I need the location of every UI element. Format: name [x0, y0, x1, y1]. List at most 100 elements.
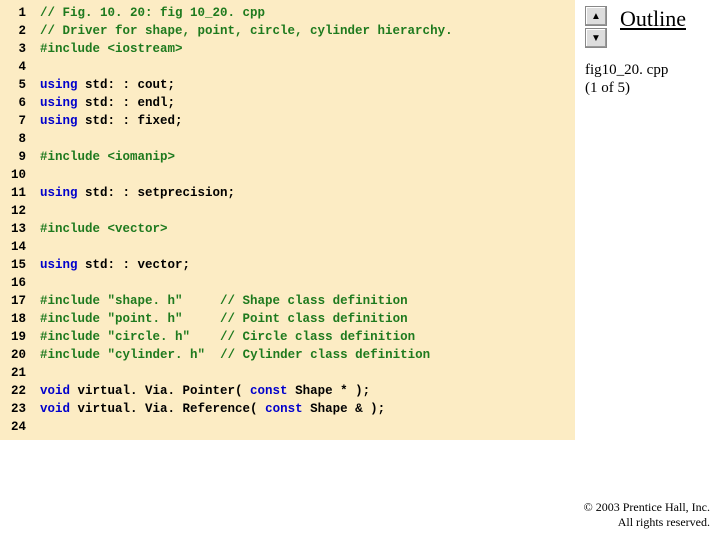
code-token: using	[40, 114, 78, 128]
code-token: #include <iomanip>	[40, 150, 175, 164]
code-token: std: : fixed;	[78, 114, 183, 128]
code-line: 2// Driver for shape, point, circle, cyl…	[0, 22, 575, 40]
outline-title: Outline	[620, 6, 686, 32]
code-line: 15using std: : vector;	[0, 256, 575, 274]
code-content	[40, 418, 575, 436]
code-token: #include <vector>	[40, 222, 168, 236]
line-number: 23	[0, 400, 40, 418]
code-token: using	[40, 186, 78, 200]
code-content: void virtual. Via. Pointer( const Shape …	[40, 382, 575, 400]
code-token: using	[40, 96, 78, 110]
code-content: using std: : setprecision;	[40, 184, 575, 202]
nav-up-button[interactable]: ▲	[585, 6, 607, 26]
code-token: "shape. h"	[108, 294, 183, 308]
code-token: std: : endl;	[78, 96, 176, 110]
line-number: 15	[0, 256, 40, 274]
chevron-up-icon: ▲	[591, 11, 601, 22]
code-line: 6using std: : endl;	[0, 94, 575, 112]
code-line: 20#include "cylinder. h" // Cylinder cla…	[0, 346, 575, 364]
code-token	[183, 312, 221, 326]
code-content	[40, 166, 575, 184]
code-line: 23void virtual. Via. Reference( const Sh…	[0, 400, 575, 418]
code-line: 10	[0, 166, 575, 184]
code-panel: 1// Fig. 10. 20: fig 10_20. cpp2// Drive…	[0, 0, 575, 440]
code-line: 21	[0, 364, 575, 382]
code-content: using std: : cout;	[40, 76, 575, 94]
code-token: #include	[40, 330, 108, 344]
code-line: 17#include "shape. h" // Shape class def…	[0, 292, 575, 310]
code-content: // Driver for shape, point, circle, cyli…	[40, 22, 575, 40]
code-content: #include "circle. h" // Circle class def…	[40, 328, 575, 346]
code-token: std: : cout;	[78, 78, 176, 92]
code-token: "circle. h"	[108, 330, 191, 344]
outline-sidebar: ▲ ▼ Outline fig10_20. cpp (1 of 5)	[585, 6, 715, 48]
line-number: 4	[0, 58, 40, 76]
line-number: 7	[0, 112, 40, 130]
code-content: // Fig. 10. 20: fig 10_20. cpp	[40, 4, 575, 22]
code-token: // Driver for shape, point, circle, cyli…	[40, 24, 453, 38]
code-content: #include <iostream>	[40, 40, 575, 58]
code-content: #include "shape. h" // Shape class defin…	[40, 292, 575, 310]
line-number: 9	[0, 148, 40, 166]
code-token	[183, 294, 221, 308]
code-line: 13#include <vector>	[0, 220, 575, 238]
line-number: 14	[0, 238, 40, 256]
line-number: 19	[0, 328, 40, 346]
code-token	[190, 330, 220, 344]
code-token: // Point class definition	[220, 312, 408, 326]
code-line: 9#include <iomanip>	[0, 148, 575, 166]
code-token: // Circle class definition	[220, 330, 415, 344]
code-content	[40, 238, 575, 256]
code-line: 19#include "circle. h" // Circle class d…	[0, 328, 575, 346]
line-number: 11	[0, 184, 40, 202]
line-number: 20	[0, 346, 40, 364]
code-content: #include <vector>	[40, 220, 575, 238]
code-token: // Shape class definition	[220, 294, 408, 308]
line-number: 6	[0, 94, 40, 112]
line-number: 13	[0, 220, 40, 238]
outline-page: (1 of 5)	[585, 79, 668, 97]
code-token: #include	[40, 348, 108, 362]
code-token: "cylinder. h"	[108, 348, 206, 362]
rights-line: All rights reserved.	[584, 515, 710, 530]
code-content	[40, 202, 575, 220]
code-content	[40, 58, 575, 76]
copyright-line: © 2003 Prentice Hall, Inc.	[584, 500, 710, 515]
line-number: 22	[0, 382, 40, 400]
code-line: 12	[0, 202, 575, 220]
code-token: #include	[40, 312, 108, 326]
line-number: 12	[0, 202, 40, 220]
code-token: const	[250, 384, 288, 398]
code-content: #include "cylinder. h" // Cylinder class…	[40, 346, 575, 364]
code-content: #include <iomanip>	[40, 148, 575, 166]
nav-down-button[interactable]: ▼	[585, 28, 607, 48]
code-content: void virtual. Via. Reference( const Shap…	[40, 400, 575, 418]
line-number: 24	[0, 418, 40, 436]
code-token: #include <iostream>	[40, 42, 183, 56]
code-content: using std: : fixed;	[40, 112, 575, 130]
code-line: 4	[0, 58, 575, 76]
code-token: void	[40, 384, 70, 398]
code-token: // Cylinder class definition	[220, 348, 430, 362]
line-number: 16	[0, 274, 40, 292]
code-token: virtual. Via. Reference(	[70, 402, 265, 416]
chevron-down-icon: ▼	[591, 33, 601, 44]
code-token: "point. h"	[108, 312, 183, 326]
code-token: using	[40, 258, 78, 272]
code-token	[205, 348, 220, 362]
line-number: 18	[0, 310, 40, 328]
line-number: 8	[0, 130, 40, 148]
code-line: 24	[0, 418, 575, 436]
code-token: std: : setprecision;	[78, 186, 236, 200]
code-line: 8	[0, 130, 575, 148]
outline-file-info: fig10_20. cpp (1 of 5)	[585, 61, 668, 97]
code-token: std: : vector;	[78, 258, 191, 272]
code-content: using std: : endl;	[40, 94, 575, 112]
code-token: Shape & );	[303, 402, 386, 416]
code-content: using std: : vector;	[40, 256, 575, 274]
outline-filename: fig10_20. cpp	[585, 61, 668, 79]
line-number: 21	[0, 364, 40, 382]
nav-buttons: ▲ ▼	[585, 6, 607, 48]
line-number: 2	[0, 22, 40, 40]
code-token: void	[40, 402, 70, 416]
